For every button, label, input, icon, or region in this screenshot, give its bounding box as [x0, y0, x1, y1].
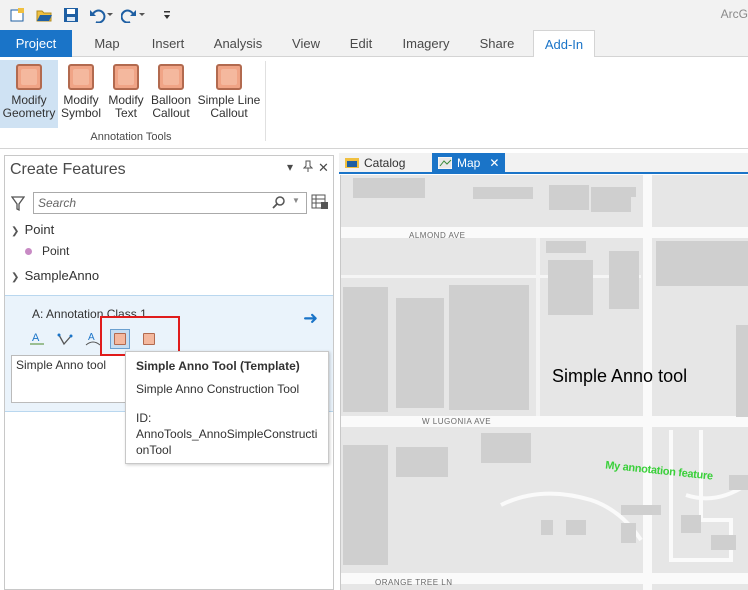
modify-symbol-button[interactable]: Modify Symbol	[60, 60, 102, 128]
tooltip-description: Simple Anno Construction Tool	[136, 382, 300, 396]
template-label: Point	[42, 244, 70, 258]
group-label: SampleAnno	[24, 268, 100, 283]
svg-text:A: A	[88, 332, 95, 343]
street-label: W LUGONIA AVE	[422, 417, 492, 426]
arrow-right-icon[interactable]: ➜	[303, 308, 318, 329]
tooltip-id-value: AnnoTools_AnnoSimpleConstructionTool	[136, 427, 318, 457]
group-label: Point	[24, 222, 55, 237]
chevron-down-icon[interactable]: ❯	[11, 226, 21, 237]
redo-icon[interactable]	[120, 6, 146, 24]
ribbon-add-in-panel: Modify Geometry Modify Symbol Modify Tex…	[0, 57, 748, 149]
simple-line-callout-button[interactable]: Simple Line Callout	[196, 60, 262, 128]
button-label: Geometry	[2, 106, 56, 120]
save-project-icon[interactable]	[62, 6, 80, 24]
button-label: Symbol	[60, 106, 101, 120]
ribbon-group-divider	[265, 61, 266, 141]
quick-access-toolbar: ArcG	[0, 0, 748, 30]
catalog-icon	[345, 158, 359, 168]
undo-icon[interactable]	[88, 6, 114, 24]
chevron-down-icon[interactable]: ▼	[292, 196, 300, 205]
tab-view[interactable]: View	[284, 30, 328, 57]
tab-label: Map	[457, 156, 481, 170]
arcgis-pro-window: ArcG Project Map Insert Analysis View Ed…	[0, 0, 748, 590]
street-label: ALMOND AVE	[409, 231, 466, 240]
tab-imagery[interactable]: Imagery	[396, 30, 456, 57]
button-label: Text	[114, 106, 137, 120]
point-symbol-icon	[25, 248, 32, 256]
button-label: Callout	[152, 106, 190, 120]
tab-catalog[interactable]: Catalog	[339, 153, 425, 174]
pane-options-icon[interactable]: ▾	[287, 160, 293, 174]
map-view[interactable]: ALMOND AVE W LUGONIA AVE ORANGE TREE LN …	[340, 175, 748, 590]
svg-text:A: A	[32, 332, 40, 344]
pin-icon[interactable]	[302, 160, 314, 175]
chevron-down-icon[interactable]: ❯	[11, 272, 21, 283]
map-annotation-text: Simple Anno tool	[552, 366, 688, 386]
tab-analysis[interactable]: Analysis	[206, 30, 270, 57]
map-icon	[438, 157, 452, 169]
tab-map-view[interactable]: Map ✕	[432, 153, 505, 174]
document-tabs: Catalog Map ✕	[339, 153, 748, 174]
pane-title: Create Features	[10, 161, 126, 178]
search-box[interactable]: ▼	[33, 192, 307, 214]
search-icon[interactable]	[272, 195, 286, 212]
new-project-icon[interactable]	[8, 6, 26, 24]
modify-geometry-button[interactable]: Modify Geometry	[0, 60, 58, 128]
tab-label: Catalog	[364, 156, 406, 170]
tab-insert[interactable]: Insert	[144, 30, 192, 57]
tab-edit[interactable]: Edit	[340, 30, 382, 57]
template-point[interactable]: Point	[25, 244, 69, 258]
tooltip-id-label: ID:	[136, 411, 152, 425]
search-input[interactable]	[38, 195, 268, 211]
tab-share[interactable]: Share	[472, 30, 522, 57]
tab-map[interactable]: Map	[83, 30, 131, 57]
app-title: ArcG	[720, 7, 748, 21]
highlight-rectangle	[100, 316, 180, 356]
close-icon[interactable]: ✕	[489, 156, 499, 170]
tool-tooltip: Simple Anno Tool (Template) Simple Anno …	[125, 351, 329, 464]
button-label: Callout	[210, 106, 248, 120]
annotation-tool-icon	[216, 64, 242, 90]
tab-project[interactable]: Project	[0, 30, 72, 57]
annotation-tool-icon	[113, 64, 139, 90]
tab-add-in[interactable]: Add-In	[533, 30, 595, 58]
filter-icon[interactable]	[10, 196, 26, 215]
annotation-tool-icon	[158, 64, 184, 90]
ribbon-tabs: Project Map Insert Analysis View Edit Im…	[0, 30, 748, 58]
annotation-tool-icon	[68, 64, 94, 90]
curved-anno-tool-icon[interactable]	[55, 329, 75, 349]
customize-toolbar-icon[interactable]	[158, 6, 176, 24]
annotation-tool-icon	[16, 64, 42, 90]
group-point[interactable]: ❯ Point	[11, 222, 54, 237]
open-project-icon[interactable]	[35, 6, 53, 24]
modify-text-button[interactable]: Modify Text	[106, 60, 146, 128]
close-icon[interactable]: ✕	[318, 160, 329, 176]
manage-templates-icon[interactable]	[311, 194, 329, 213]
balloon-callout-button[interactable]: Balloon Callout	[149, 60, 193, 128]
ribbon-group-label: Annotation Tools	[90, 131, 172, 143]
street-label: ORANGE TREE LN	[375, 578, 453, 587]
tooltip-title: Simple Anno Tool (Template)	[136, 359, 300, 373]
group-sampleanno[interactable]: ❯ SampleAnno	[11, 268, 99, 283]
straight-anno-tool-icon[interactable]: A	[27, 329, 47, 349]
